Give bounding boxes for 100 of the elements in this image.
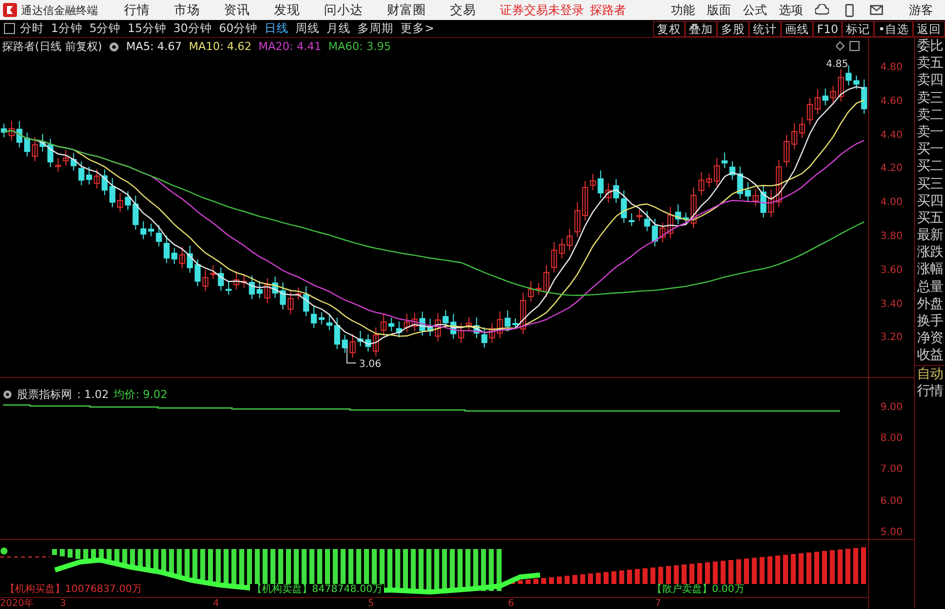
volume-bar <box>705 562 710 584</box>
period-tab[interactable]: 周线 <box>296 21 320 36</box>
volume-bar <box>60 549 65 556</box>
login-status[interactable]: 证券交易未登录 <box>500 2 584 18</box>
ma-legend: MA5: 4.67 <box>126 40 182 53</box>
quote-tab[interactable]: 买一 <box>915 141 945 158</box>
ma-legend: MA20: 4.41 <box>258 40 322 53</box>
quote-tab[interactable]: 涨幅 <box>915 261 945 279</box>
quote-tab[interactable]: 卖五 <box>915 55 945 72</box>
top-link[interactable]: 版面 <box>707 2 731 18</box>
settings-icon[interactable] <box>109 42 120 52</box>
period-tab[interactable]: 分时 <box>20 21 44 36</box>
volume-bar <box>418 549 424 591</box>
quote-tab[interactable]: 委比 <box>915 38 945 56</box>
quote-tab[interactable]: 收益 <box>915 347 945 365</box>
volume-bar <box>838 550 843 584</box>
period-tab[interactable]: 更多> <box>400 21 434 36</box>
quote-tab[interactable]: 卖四 <box>915 72 945 90</box>
volume-bar <box>658 566 664 584</box>
quote-tab[interactable]: 换手 <box>915 313 945 330</box>
cloud-icon[interactable] <box>815 4 829 16</box>
period-tab[interactable]: 5分钟 <box>89 21 121 36</box>
app-title: 通达信金融终端 <box>21 2 98 18</box>
quote-tab[interactable]: 最新 <box>915 227 945 244</box>
menu-item[interactable]: 交易 <box>450 2 476 18</box>
toolbar-button[interactable]: 画线 <box>780 20 813 36</box>
y-axis-label: 3.40 <box>879 298 904 312</box>
top-link[interactable]: 功能 <box>671 2 695 18</box>
menu-item[interactable]: 行情 <box>124 2 150 18</box>
period-tab[interactable]: 15分钟 <box>128 21 166 36</box>
volume-bar <box>666 566 671 584</box>
y-axis-label: 4.60 <box>879 94 904 109</box>
volume-bar <box>798 553 804 584</box>
volume-bar <box>572 575 578 584</box>
period-tab[interactable]: 1分钟 <box>51 21 82 36</box>
menu-item[interactable]: 资讯 <box>224 2 250 18</box>
volume-bar <box>533 578 538 584</box>
volume-bar <box>712 562 718 584</box>
volume-bar <box>853 548 858 584</box>
toolbar-button[interactable]: 复权 <box>652 20 685 36</box>
menu-item[interactable]: 发现 <box>274 2 300 18</box>
volume-bar <box>481 549 486 591</box>
app-logo-icon <box>3 3 17 17</box>
toolbar-button[interactable]: 统计 <box>748 20 781 36</box>
envelope-icon[interactable] <box>870 5 883 15</box>
volume-bar <box>822 551 827 584</box>
volume-bar <box>556 576 562 584</box>
toolbar-button[interactable]: •自选 <box>874 20 913 36</box>
toolbar-button[interactable]: 叠加 <box>684 20 717 36</box>
top-link[interactable]: 公式 <box>743 2 767 18</box>
quote-tab[interactable]: 买四 <box>915 192 945 210</box>
volume-bar <box>403 549 408 591</box>
volume-bar <box>426 549 432 591</box>
period-tab[interactable]: 60分钟 <box>218 21 258 36</box>
volume-bar <box>75 549 80 559</box>
menu-item[interactable]: 市场 <box>174 2 200 18</box>
volume-bar <box>549 577 554 584</box>
period-tab[interactable]: 月线 <box>326 21 351 36</box>
quote-tab[interactable]: 买五 <box>915 210 945 228</box>
guest-label[interactable]: 游客 <box>909 2 933 18</box>
period-tab[interactable]: 日线 <box>264 21 289 36</box>
chart-controls-icon[interactable] <box>836 41 860 51</box>
quote-tab[interactable]: 总量 <box>915 278 945 296</box>
volume-bar <box>473 549 478 591</box>
volume-bar <box>650 568 656 584</box>
settings-icon[interactable] <box>3 390 12 399</box>
quote-tab[interactable]: 卖二 <box>915 106 945 124</box>
volume-bar <box>216 549 221 582</box>
indicator-name: 股票指标网 <box>17 387 72 402</box>
phone-icon[interactable] <box>845 4 854 16</box>
x-axis-label: 5 <box>368 598 374 609</box>
toolbar-button[interactable]: 多股 <box>716 20 749 36</box>
menu-item[interactable]: 财富圈 <box>387 2 426 18</box>
volume-bar <box>861 547 866 584</box>
toolbar-button[interactable]: F10 <box>812 20 842 36</box>
volume-bar <box>744 558 749 584</box>
quote-tab[interactable]: 卖三 <box>915 90 945 107</box>
panel-toggle-icon[interactable] <box>4 23 15 34</box>
indicator-value: : 1.02 <box>77 388 109 401</box>
quote-tab[interactable]: 买三 <box>915 176 945 193</box>
volume-bar <box>239 549 244 586</box>
quote-tab[interactable]: 外盘 <box>915 296 945 313</box>
volume-bar <box>91 549 96 562</box>
volume-bar <box>410 549 416 591</box>
quote-tab[interactable]: 涨跌 <box>915 244 945 262</box>
quote-tab[interactable]: 净资 <box>915 330 945 348</box>
top-link[interactable]: 选项 <box>779 2 803 18</box>
menu-item[interactable]: 问小达 <box>324 2 363 18</box>
mode-tab[interactable]: 自动 <box>915 364 945 383</box>
low-marker-line <box>346 346 356 364</box>
ma-legend: MA60: 3.95 <box>328 40 391 53</box>
quote-tab[interactable]: 买二 <box>915 158 945 176</box>
period-tab[interactable]: 30分钟 <box>173 21 212 36</box>
period-tab[interactable]: 多周期 <box>358 21 394 36</box>
volume-bar <box>736 559 742 584</box>
toolbar-button[interactable]: 返回 <box>913 20 945 36</box>
quote-tab[interactable]: 卖一 <box>915 124 945 142</box>
toolbar-button[interactable]: 标记 <box>842 20 874 36</box>
volume-bar <box>153 549 158 572</box>
mode-tab[interactable]: 行情 <box>915 382 945 400</box>
